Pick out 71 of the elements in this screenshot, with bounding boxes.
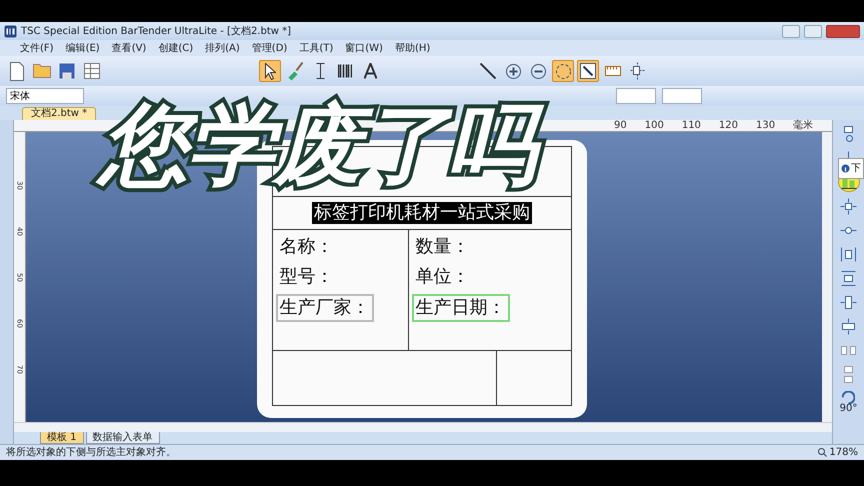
field-label: 数量： bbox=[414, 234, 470, 258]
field-label: 型号： bbox=[278, 265, 334, 289]
ruler-number: 130 bbox=[756, 120, 776, 130]
menu-item[interactable]: 排列(A) bbox=[205, 40, 240, 56]
tooltip-text: 下 bbox=[851, 162, 861, 176]
dropdown-field[interactable] bbox=[662, 88, 702, 104]
spacing-icon bbox=[841, 246, 856, 262]
save-icon bbox=[59, 63, 75, 79]
zoom-fit-icon bbox=[556, 64, 570, 78]
table-button[interactable] bbox=[81, 60, 103, 82]
sheet-tab[interactable]: 数据输入表单 bbox=[86, 432, 160, 444]
menu-item[interactable]: 文件(F) bbox=[20, 40, 54, 56]
menu-item[interactable]: 查看(V) bbox=[112, 40, 146, 56]
menu-item[interactable]: 工具(T) bbox=[299, 40, 334, 56]
pointer-button[interactable] bbox=[259, 60, 281, 82]
ruler-unit: 毫米 bbox=[793, 120, 814, 130]
zoom-level[interactable]: 178% bbox=[829, 445, 858, 460]
barcode-icon bbox=[338, 64, 352, 78]
info-icon bbox=[841, 164, 850, 173]
ruler-number: 110 bbox=[682, 120, 701, 130]
alignment-icon bbox=[630, 62, 646, 80]
spacing-icon bbox=[841, 270, 856, 286]
document-tab[interactable]: 文档2.btw * bbox=[22, 107, 96, 120]
vertical-scrollbar[interactable] bbox=[822, 132, 832, 422]
ruler-icon bbox=[605, 66, 621, 76]
field-label: 单位： bbox=[414, 265, 470, 289]
field-label: 生产日期： bbox=[412, 294, 510, 322]
align-icon bbox=[844, 126, 853, 142]
rotate-icon bbox=[842, 390, 855, 404]
window-title: TSC Special Edition BarTender UltraLite - [文档2.btw *] bbox=[21, 24, 292, 38]
label-title: 标签打印机耗材一站式采购 bbox=[312, 202, 532, 224]
zoom-out-icon bbox=[530, 64, 546, 78]
side-tool-button[interactable] bbox=[838, 196, 860, 216]
center-icon bbox=[842, 318, 855, 334]
menu-item[interactable]: 管理(D) bbox=[252, 40, 288, 56]
zoom-fit-button[interactable] bbox=[552, 60, 574, 82]
brush-icon bbox=[288, 62, 302, 80]
fit-page-button[interactable] bbox=[577, 60, 599, 82]
menu-item[interactable]: 窗口(W) bbox=[345, 40, 383, 56]
horizontal-scrollbar[interactable] bbox=[14, 422, 832, 432]
zoom-icon bbox=[818, 448, 827, 457]
zoom-in-icon bbox=[506, 64, 520, 78]
pointer-icon bbox=[264, 62, 276, 80]
new-file-icon bbox=[10, 62, 24, 80]
fit-page-icon bbox=[580, 63, 596, 79]
font-field[interactable]: 宋体 bbox=[6, 88, 84, 104]
center-icon bbox=[840, 226, 857, 234]
menu-item[interactable]: 编辑(E) bbox=[66, 40, 100, 56]
ruler-number: 100 bbox=[644, 120, 664, 130]
status-message: 将所选对象的下侧与所选主对象对齐。 bbox=[6, 446, 176, 460]
close-button[interactable] bbox=[826, 24, 860, 38]
menu-item[interactable]: 帮助(H) bbox=[394, 40, 430, 56]
distribute-icon bbox=[840, 198, 857, 214]
line-button[interactable] bbox=[477, 60, 499, 82]
menu-item[interactable]: 创建(C) bbox=[158, 40, 194, 56]
field-label: 名称： bbox=[278, 234, 334, 258]
center-icon bbox=[840, 296, 857, 308]
text-cursor-icon bbox=[316, 63, 324, 79]
spacing-icon bbox=[844, 366, 853, 382]
spacing-icon bbox=[841, 346, 856, 354]
table-icon bbox=[84, 63, 100, 79]
sheet-tab[interactable]: 模板 1 bbox=[40, 432, 84, 444]
ruler-number: 120 bbox=[718, 120, 738, 130]
dropdown-field[interactable] bbox=[616, 88, 656, 104]
side-tool-button[interactable]: 90° bbox=[838, 388, 860, 416]
ruler-number: 90 bbox=[614, 120, 627, 130]
app-icon bbox=[4, 24, 17, 38]
open-folder-icon bbox=[33, 64, 51, 78]
field-label: 生产厂家： bbox=[276, 294, 374, 322]
letter-icon bbox=[364, 63, 376, 79]
line-icon bbox=[480, 63, 496, 79]
